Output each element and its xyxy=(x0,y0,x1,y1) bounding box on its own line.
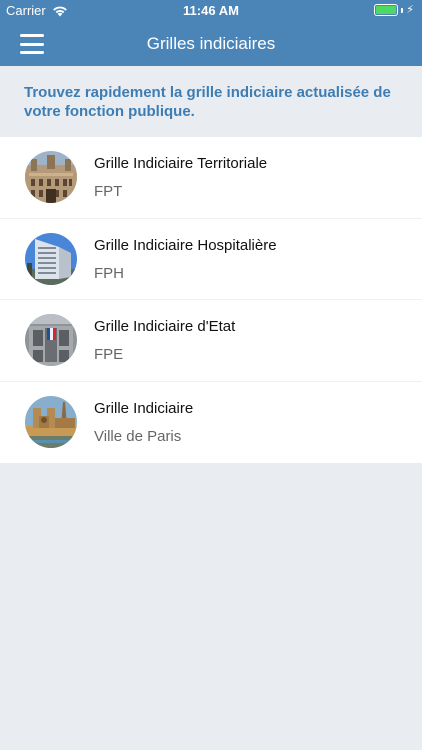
city-hall-photo xyxy=(25,151,77,203)
hospital-photo xyxy=(25,232,77,285)
item-title: Grille Indiciaire d'Etat xyxy=(94,318,236,335)
clock: 11:46 AM xyxy=(183,3,239,18)
hospital-image xyxy=(25,232,77,285)
item-title: Grille Indiciaire Territoriale xyxy=(94,155,268,172)
state-building-image xyxy=(25,314,77,366)
notre-dame-photo xyxy=(25,395,77,448)
list-item-hospitaliere[interactable]: Grille Indiciaire Hospitalière FPH xyxy=(0,219,422,300)
status-bar: Carrier 11:46 AM ⚡ xyxy=(0,0,422,22)
city-hall-image xyxy=(25,151,77,203)
charging-icon: ⚡ xyxy=(406,4,414,16)
list-item-territoriale[interactable]: Grille Indiciaire Territoriale FPT xyxy=(0,137,422,219)
item-subtitle: FPH xyxy=(94,264,124,282)
item-title: Grille Indiciaire xyxy=(94,399,194,417)
list-item-etat[interactable]: Grille Indiciaire d'Etat FPE xyxy=(0,300,422,382)
battery-indicator: ⚡ xyxy=(374,4,414,16)
battery-level xyxy=(376,6,397,14)
page-title: Grilles indiciaires xyxy=(146,34,276,53)
battery-icon xyxy=(374,4,399,16)
list-item-paris[interactable]: Grille Indiciaire Ville de Paris xyxy=(0,382,422,464)
battery-tip xyxy=(401,7,404,13)
intro-text: Trouvez rapidement la grille indiciaire … xyxy=(24,84,391,120)
notre-dame-image xyxy=(25,395,77,448)
item-title: Grille Indiciaire Hospitalière xyxy=(94,236,277,254)
item-subtitle: Ville de Paris xyxy=(94,427,182,445)
grid-list: Grille Indiciaire Territoriale FPT Grill… xyxy=(0,137,422,463)
item-subtitle: FPE xyxy=(94,346,124,363)
nav-bar: Grilles indiciaires xyxy=(0,22,422,66)
app-header: Carrier 11:46 AM ⚡ Grilles indiciaires xyxy=(0,0,422,66)
state-building-photo xyxy=(25,314,77,366)
item-subtitle: FPT xyxy=(94,183,123,200)
